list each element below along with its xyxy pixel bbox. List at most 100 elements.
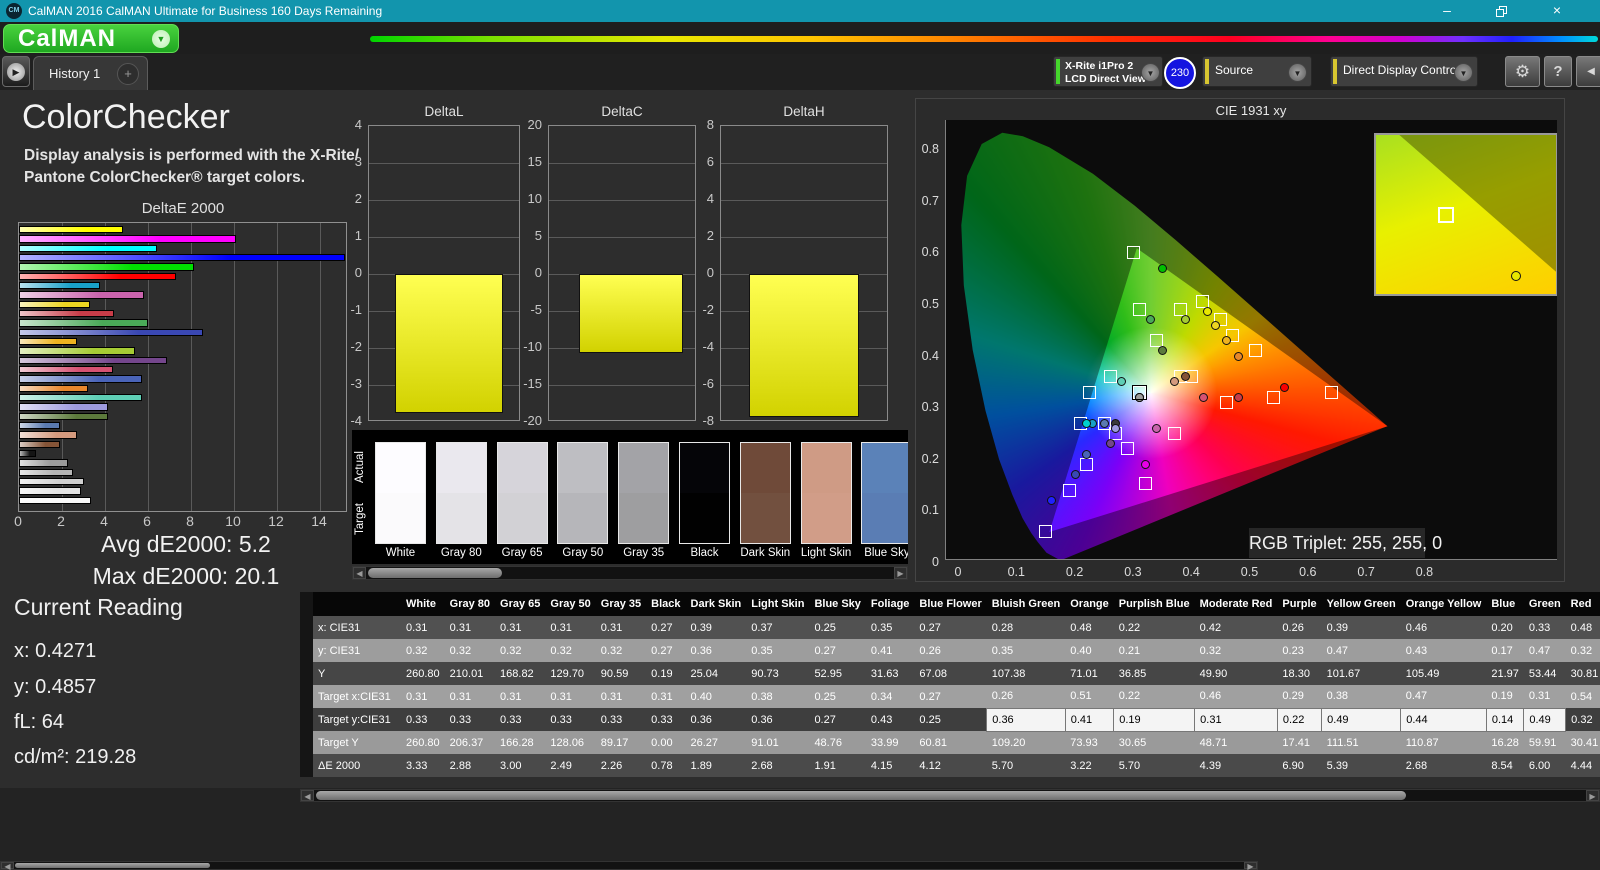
close-button[interactable]: × <box>1534 0 1580 22</box>
table-cell: 4.15 <box>870 759 893 772</box>
table-cell: 0.40 <box>1070 644 1092 657</box>
strip-swatch-target <box>376 493 425 543</box>
table-column-header: Foliage <box>865 592 915 616</box>
table-cell: 0.54 <box>1570 690 1593 703</box>
table-cell: 30.41 <box>1570 736 1599 749</box>
calman-logo: CalMAN <box>18 25 117 52</box>
current-reading-title: Current Reading <box>14 594 183 620</box>
table-cell: 0.46 <box>1199 690 1222 703</box>
restore-icon <box>1496 6 1507 17</box>
deltae-bar <box>19 319 148 327</box>
cie-target-square <box>1062 483 1076 497</box>
table-cell: 31.63 <box>870 667 899 680</box>
strip-swatch-label: Gray 65 <box>501 547 543 559</box>
deltal-chart-title: DeltaL <box>424 104 464 119</box>
inset-measured-point <box>1511 271 1521 281</box>
table-column-header: Yellow Green <box>1321 592 1401 616</box>
scroll-left-icon[interactable]: ◀ <box>1 862 14 870</box>
strip-scrollbar[interactable]: ◀ ▶ <box>352 566 908 580</box>
deltae-bar <box>19 347 135 355</box>
table-cell: 2.68 <box>1405 759 1428 772</box>
gridline <box>549 163 695 164</box>
tab-bar: ▶ History 1 + X-Rite i1Pro 2 LCD Direct … <box>0 54 1600 90</box>
strip-swatch-label: Blue Sky <box>864 547 908 559</box>
table-cell: 0.34 <box>870 690 893 703</box>
deltae-bar <box>19 449 36 458</box>
current-reading-cdm2: cd/m²: 219.28 <box>14 746 137 768</box>
strip-swatch <box>435 442 487 544</box>
table-cell: 0.51 <box>1070 690 1092 703</box>
gridline <box>234 223 235 511</box>
table-row: ΔE 2000 3.33 2.88 3.00 2.49 2.26 0.78 1.89 2.68 1… <box>300 754 1600 777</box>
strip-swatch <box>618 442 670 544</box>
cie-measured-point <box>1082 449 1092 459</box>
table-cell: 91.01 <box>751 736 779 749</box>
table-cell: 168.82 <box>500 667 534 680</box>
deltae-bar <box>19 487 81 495</box>
axis-tick-label: 4 <box>354 117 362 132</box>
scroll-left-icon[interactable]: ◀ <box>301 790 314 801</box>
axis-tick-label: 10 <box>225 513 241 529</box>
table-cell: 48.76 <box>814 736 842 749</box>
tab-history-1[interactable]: History 1 + <box>33 56 148 90</box>
workflow-nav-button[interactable]: ▶ <box>2 56 30 87</box>
gridline <box>549 200 695 201</box>
cie-measured-point <box>1099 418 1109 428</box>
axis-tick-label: 0 <box>14 513 22 529</box>
axis-tick-label: 2 <box>57 513 65 529</box>
table-cell: 60.81 <box>919 736 947 749</box>
source-dropdown[interactable]: Source ▼ <box>1202 56 1312 87</box>
table-column-header: Blue Sky <box>809 592 866 616</box>
collapse-panel-button[interactable]: ◀ <box>1576 56 1600 87</box>
table-row: Y 260.80 210.01 168.82 129.70 90.59 0.19 25.04 9… <box>300 662 1600 685</box>
table-cell: 90.73 <box>751 667 779 680</box>
help-button[interactable]: ? <box>1544 56 1572 87</box>
cie-target-square <box>1173 303 1187 317</box>
meter-dropdown[interactable]: X-Rite i1Pro 2 LCD Direct View ▼ <box>1053 56 1163 87</box>
add-tab-button[interactable]: + <box>117 63 139 85</box>
table-row: Target x:CIE31 0.31 0.31 0.31 0.31 0.31 0.31 0.… <box>300 685 1600 708</box>
restore-button[interactable] <box>1478 0 1524 22</box>
table-scrollbar[interactable]: ◀ ▶ <box>300 789 1600 802</box>
settings-button[interactable]: ⚙ <box>1505 56 1540 87</box>
scroll-left-icon[interactable]: ◀ <box>353 567 366 579</box>
avg-de2000-stat: Avg dE2000: 5.2 <box>101 531 271 557</box>
strip-swatch-target <box>680 493 729 543</box>
deltae-bar <box>19 281 101 290</box>
gridline <box>369 200 519 201</box>
window-title: CalMAN 2016 CalMAN Ultimate for Business… <box>28 4 383 18</box>
table-cell: 0.21 <box>1118 644 1141 657</box>
table-cell: 6.90 <box>1282 759 1304 772</box>
table-cell: 5.70 <box>1118 759 1141 772</box>
chevron-left-icon: ◀ <box>1587 66 1595 77</box>
table-cell: 2.49 <box>550 759 572 772</box>
scroll-right-icon[interactable]: ▶ <box>1244 862 1257 870</box>
table-cell: 0.19 <box>651 667 673 680</box>
gridline <box>369 163 519 164</box>
minimize-button[interactable]: – <box>1424 0 1470 22</box>
table-cell: 53.44 <box>1528 667 1557 680</box>
patch-row-scrollbar[interactable]: ◀ ▶ <box>0 861 1258 870</box>
scroll-right-icon[interactable]: ▶ <box>1586 790 1599 801</box>
patch-row-scrollbar-thumb[interactable] <box>15 863 210 868</box>
calman-window: CM CalMAN 2016 CalMAN Ultimate for Busin… <box>0 0 1600 870</box>
display-control-dropdown[interactable]: Direct Display Control ▼ <box>1330 56 1478 87</box>
table-row-label: Target Y <box>318 736 359 749</box>
deltae-bar <box>19 272 177 281</box>
scroll-right-icon[interactable]: ▶ <box>894 567 907 579</box>
cie-target-square <box>1249 344 1263 358</box>
source-status-stripe <box>1205 59 1209 84</box>
table-cell: 0.29 <box>1282 690 1304 703</box>
table-scrollbar-thumb[interactable] <box>316 791 1406 800</box>
strip-scrollbar-thumb[interactable] <box>368 568 502 578</box>
calman-menu-button[interactable]: CalMAN ▼ <box>3 24 179 53</box>
table-cell: 0.26 <box>991 690 1014 703</box>
table-row-label: x: CIE31 <box>318 621 361 634</box>
tab-label: History 1 <box>49 66 101 81</box>
cie-measured-point <box>1198 392 1208 402</box>
table-cell: 0.32 <box>1199 644 1222 657</box>
table-cell: 0.22 <box>1118 621 1141 634</box>
table-cell: 0.33 <box>651 713 673 726</box>
table-cell: 0.47 <box>1405 690 1428 703</box>
table-cell: 101.67 <box>1326 667 1361 680</box>
